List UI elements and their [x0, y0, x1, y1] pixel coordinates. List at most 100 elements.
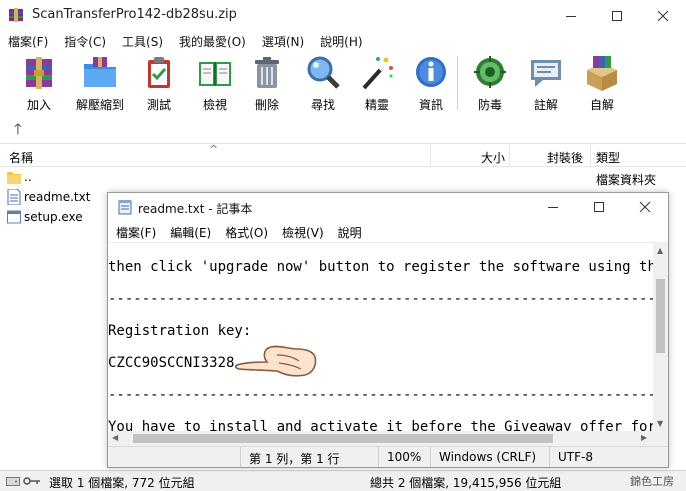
add-label: 加入	[26, 98, 51, 112]
view-label: 檢視	[202, 98, 227, 112]
text-line: ----------------------------------------…	[108, 387, 653, 403]
file-row-parent[interactable]: .. 檔案資料夾	[0, 168, 686, 187]
file-name: setup.exe	[24, 210, 83, 224]
wizard-button[interactable]: 精靈	[357, 51, 397, 115]
text-line: ----------------------------------------…	[108, 291, 653, 307]
column-name[interactable]: 名稱	[9, 149, 33, 166]
path-bar: 🡑	[0, 115, 686, 144]
notepad-menu-help[interactable]: 說明	[330, 221, 368, 242]
comment-button[interactable]: 註解	[526, 51, 566, 115]
comment-label: 註解	[533, 98, 558, 112]
text-line: Registration key:	[108, 323, 252, 339]
window-title: ScanTransferPro142-db28su.zip	[32, 7, 237, 22]
notepad-menu-bar: 檔案(F) 編輯(E) 格式(O) 檢視(V) 說明	[108, 221, 668, 243]
menu-file[interactable]: 檔案(F)	[0, 31, 56, 51]
toolbar: 加入 解壓縮到 測試 檢視 刪除 尋找 精靈 資訊 防毒 註解 自解	[0, 51, 686, 115]
watermark-text: 錦色工房	[630, 475, 674, 488]
extract-to-button[interactable]: 解壓縮到	[71, 51, 129, 115]
column-divider[interactable]	[590, 145, 591, 167]
registration-key: CZCC90SCCNI3328	[108, 355, 235, 371]
scrollbar-corner	[653, 431, 668, 446]
notepad-title-bar: readme.txt - 記事本	[108, 193, 668, 221]
up-folder-icon[interactable]: 🡑	[14, 119, 22, 144]
column-divider[interactable]	[509, 145, 510, 167]
view-button[interactable]: 檢視	[193, 51, 237, 115]
key-icon	[23, 477, 40, 485]
text-file-icon	[7, 189, 21, 205]
file-name: readme.txt	[24, 190, 91, 204]
notepad-menu-format[interactable]: 格式(O)	[217, 221, 274, 242]
text-line: You have to install and activate it befo…	[108, 419, 653, 431]
info-button[interactable]: 資訊	[411, 51, 451, 115]
vertical-scrollbar[interactable]: ▲ ▼	[653, 243, 668, 431]
column-size[interactable]: 大小	[481, 149, 505, 166]
maximize-icon	[594, 202, 604, 212]
delete-label: 刪除	[254, 98, 279, 112]
horizontal-scroll-thumb[interactable]	[133, 434, 553, 443]
exe-file-icon	[7, 210, 21, 224]
scroll-right-icon[interactable]: ▶	[641, 433, 647, 442]
column-divider[interactable]	[430, 145, 431, 167]
virus-scan-icon	[474, 56, 506, 88]
test-label: 測試	[146, 98, 171, 112]
extract-to-label: 解壓縮到	[75, 98, 124, 112]
sfx-box-icon	[587, 56, 617, 91]
sort-ascending-icon: ^	[209, 143, 219, 156]
pointing-hand-icon	[234, 345, 317, 377]
scroll-left-icon[interactable]: ◀	[112, 433, 118, 442]
add-archive-icon	[26, 57, 52, 89]
test-button[interactable]: 測試	[139, 51, 179, 115]
column-packed[interactable]: 封裝後	[547, 149, 583, 166]
folder-icon	[7, 172, 21, 184]
notepad-title: readme.txt - 記事本	[138, 202, 253, 216]
find-button[interactable]: 尋找	[303, 51, 343, 115]
notepad-close-button[interactable]	[622, 193, 668, 221]
close-button[interactable]	[640, 0, 686, 31]
notepad-menu-view[interactable]: 檢視(V)	[274, 221, 330, 242]
trash-icon	[255, 57, 279, 88]
notepad-menu-file[interactable]: 檔案(F)	[108, 221, 162, 242]
menu-options[interactable]: 選項(N)	[254, 31, 312, 51]
info-label: 資訊	[418, 98, 443, 112]
scroll-up-icon[interactable]: ▲	[657, 246, 663, 255]
minimize-button[interactable]	[548, 0, 594, 31]
encoding: UTF-8	[549, 447, 668, 467]
menu-help[interactable]: 說明(H)	[312, 31, 370, 51]
sfx-label: 自解	[589, 98, 614, 112]
sfx-button[interactable]: 自解	[582, 51, 622, 115]
scroll-down-icon[interactable]: ▼	[657, 419, 663, 428]
notepad-minimize-button[interactable]	[530, 193, 576, 221]
menu-commands[interactable]: 指令(C)	[56, 31, 114, 51]
status-selection: 選取 1 個檔案, 772 位元組	[49, 476, 195, 490]
status-bar: 選取 1 個檔案, 772 位元組 總共 2 個檔案, 19,415,956 位…	[0, 470, 686, 491]
title-bar: ScanTransferPro142-db28su.zip	[0, 0, 686, 31]
virus-scan-button[interactable]: 防毒	[470, 51, 510, 115]
test-clipboard-icon	[148, 57, 170, 88]
notepad-text-area[interactable]: then click 'upgrade now' button to regis…	[108, 243, 653, 431]
add-button[interactable]: 加入	[19, 51, 59, 115]
menu-tools[interactable]: 工具(S)	[114, 31, 171, 51]
winrar-app-icon	[9, 8, 23, 22]
notepad-maximize-button[interactable]	[576, 193, 622, 221]
status-total: 總共 2 個檔案, 19,415,956 位元組	[370, 476, 562, 490]
menu-favorites[interactable]: 我的最愛(O)	[171, 31, 254, 51]
minimize-icon	[548, 207, 558, 208]
maximize-button[interactable]	[594, 0, 640, 31]
close-icon	[657, 10, 669, 21]
vertical-scroll-thumb[interactable]	[656, 279, 665, 353]
comment-icon	[531, 60, 561, 87]
cursor-position: 第 1 列，第 1 行	[240, 447, 374, 467]
menu-bar: 檔案(F) 指令(C) 工具(S) 我的最愛(O) 選項(N) 說明(H)	[0, 31, 686, 51]
virus-scan-label: 防毒	[477, 98, 502, 112]
info-icon	[416, 57, 446, 87]
file-type: 檔案資料夾	[596, 173, 657, 187]
drive-icon	[6, 477, 20, 486]
notepad-app-icon	[118, 200, 132, 215]
delete-button[interactable]: 刪除	[247, 51, 287, 115]
notepad-menu-edit[interactable]: 編輯(E)	[162, 221, 217, 242]
column-type[interactable]: 類型	[596, 149, 620, 166]
notepad-status-bar: 第 1 列，第 1 行 100% Windows (CRLF) UTF-8	[108, 446, 668, 467]
wizard-label: 精靈	[364, 98, 389, 112]
maximize-icon	[612, 10, 622, 21]
horizontal-scrollbar[interactable]: ◀ ▶	[108, 431, 653, 446]
